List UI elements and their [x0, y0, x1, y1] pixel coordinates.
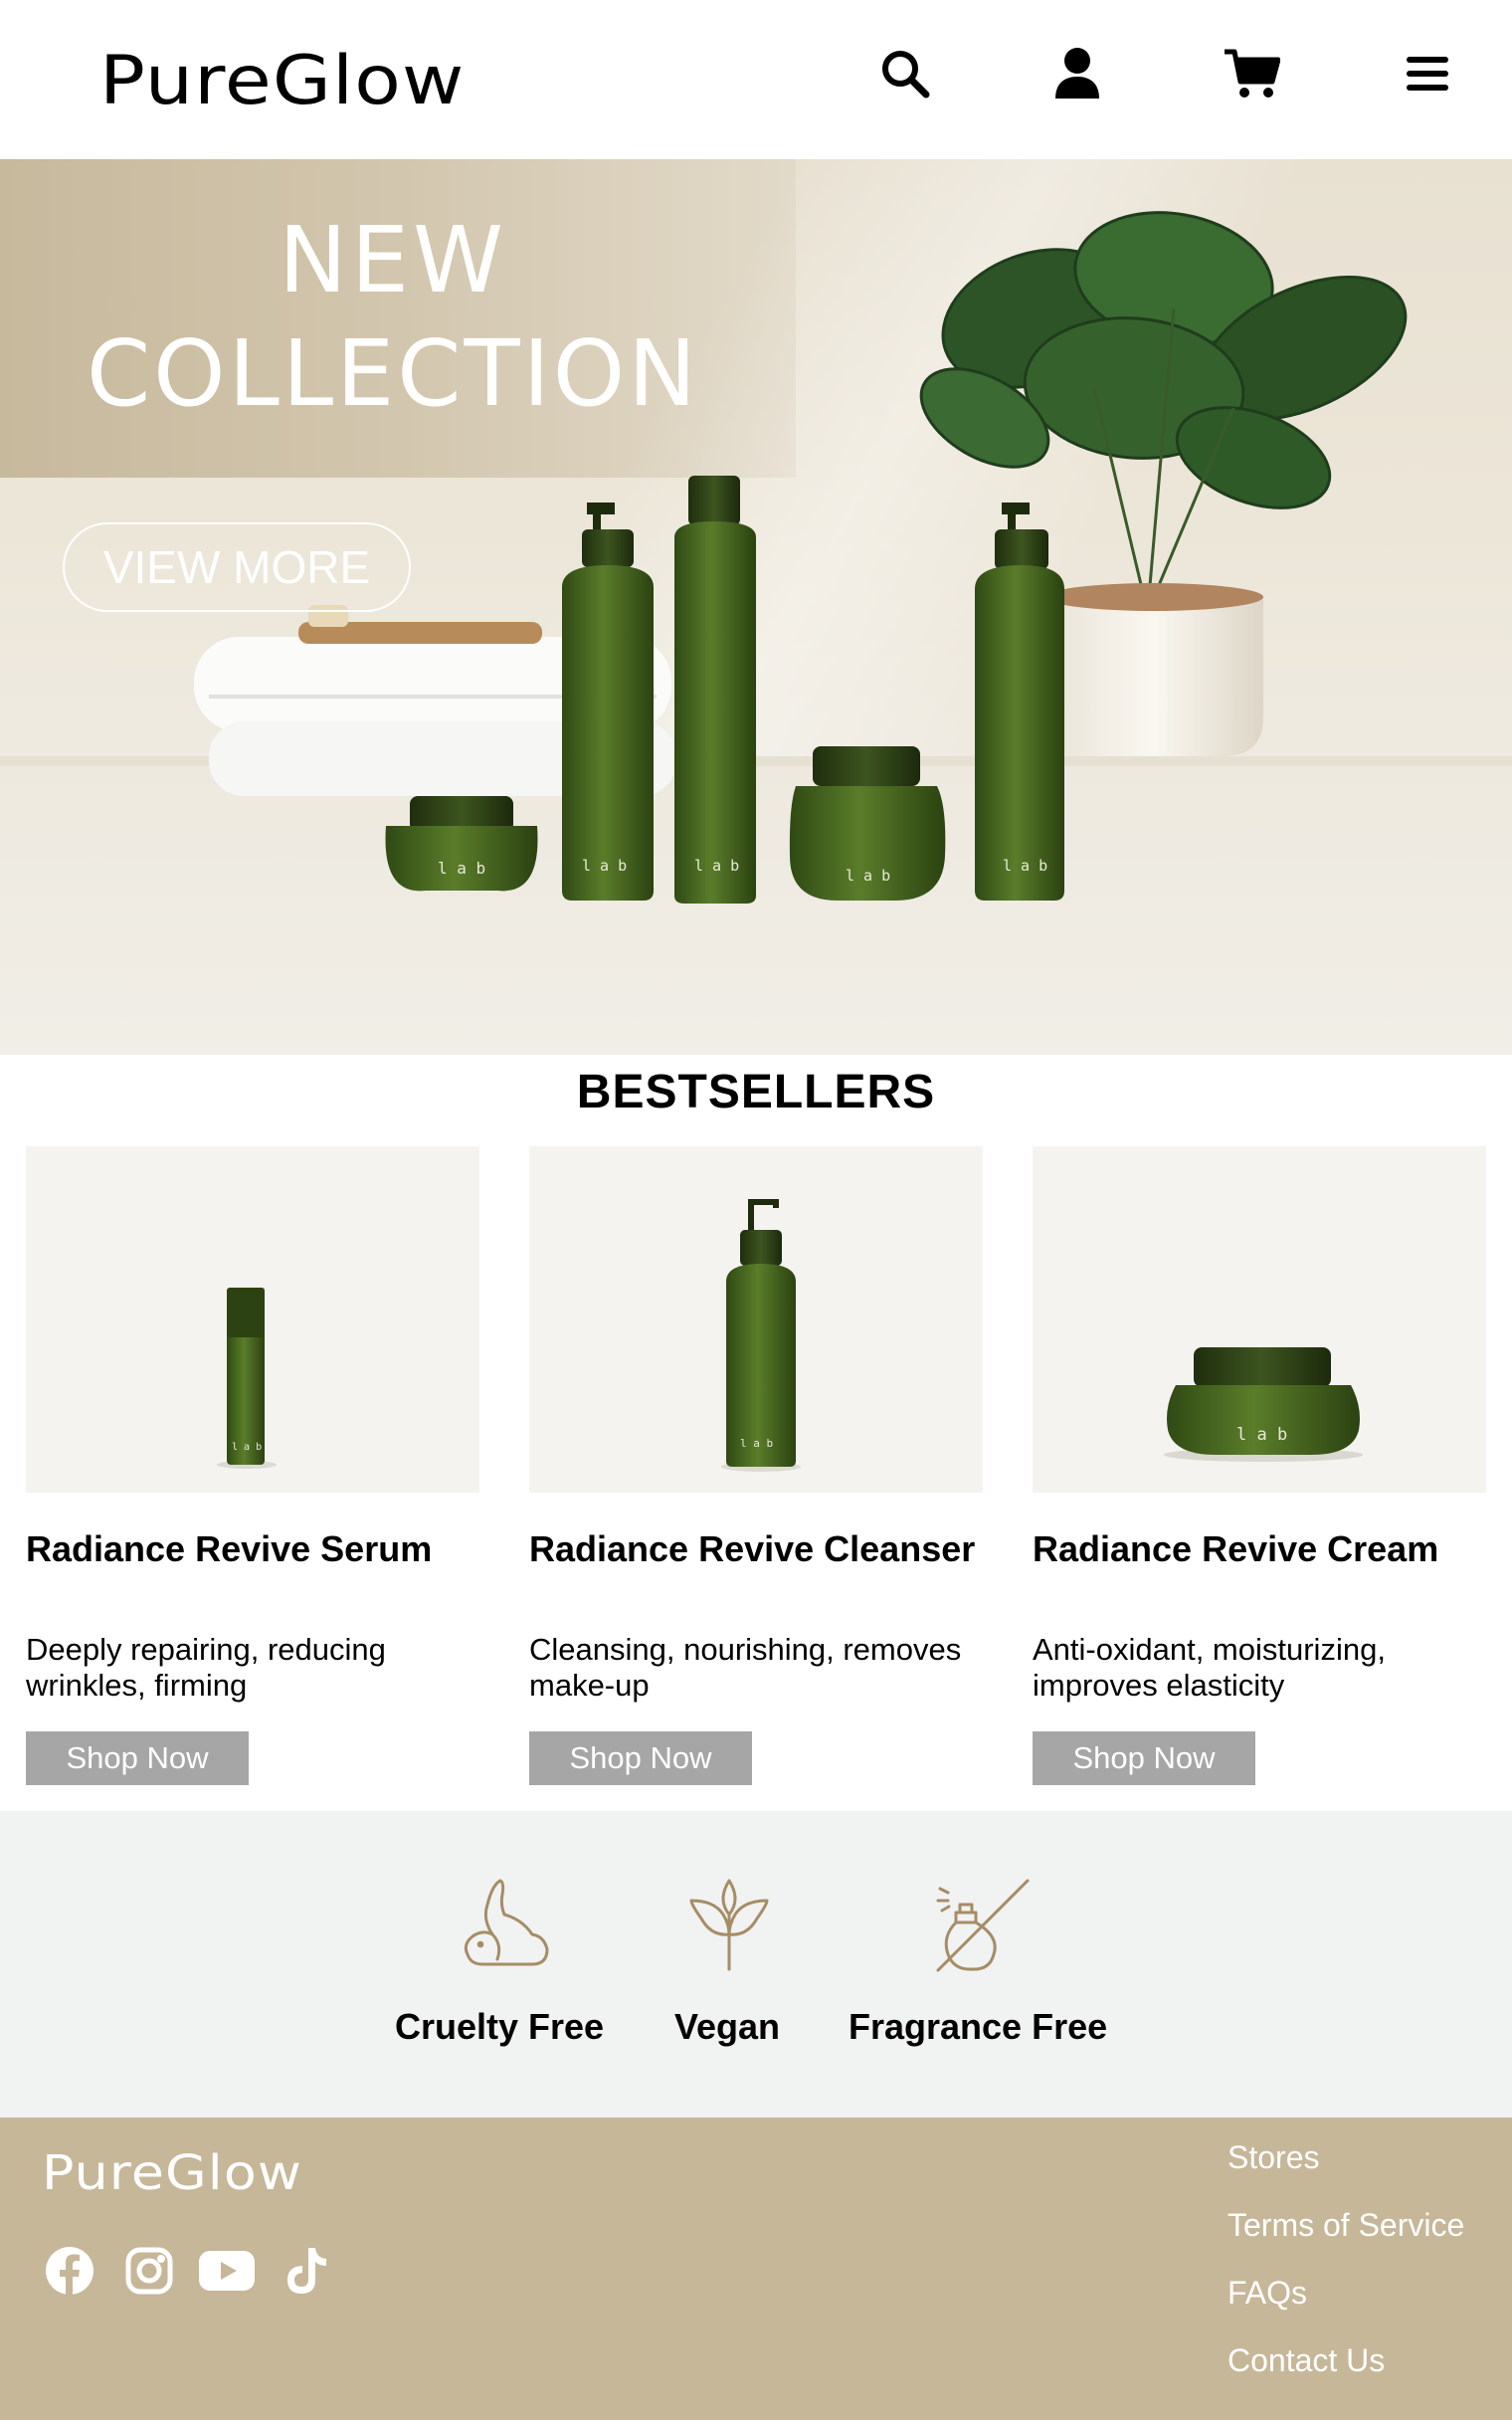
cart-icon[interactable]: [1222, 44, 1281, 103]
site-header: PureGlow: [0, 0, 1512, 159]
hero-banner: l a b l a b l a b l a b l a b NEW COLLEC…: [0, 159, 1512, 1055]
leaf-icon: [679, 1875, 779, 1974]
svg-text:l a b: l a b: [438, 859, 485, 878]
features-bar: Cruelty Free Vegan Fragrance Free: [0, 1811, 1512, 2118]
product-name-cleanser[interactable]: Radiance Revive Cleanser: [529, 1526, 987, 1571]
shop-now-button-serum[interactable]: Shop Now: [26, 1731, 249, 1785]
svg-text:l a b: l a b: [232, 1442, 262, 1453]
youtube-icon[interactable]: [199, 2243, 255, 2299]
footer-link-terms[interactable]: Terms of Service: [1228, 2207, 1464, 2244]
view-more-button[interactable]: VIEW MORE: [63, 522, 411, 612]
bestsellers-title: BESTSELLERS: [576, 1066, 936, 1118]
facebook-icon[interactable]: [42, 2243, 97, 2299]
large-jar: l a b: [789, 746, 946, 901]
product-name-serum[interactable]: Radiance Revive Serum: [26, 1526, 483, 1571]
footer-link-faqs[interactable]: FAQs: [1228, 2275, 1307, 2312]
product-image-cream[interactable]: l a b: [1033, 1146, 1486, 1493]
product-image-serum[interactable]: l a b: [26, 1146, 479, 1493]
shop-now-button-cleanser[interactable]: Shop Now: [529, 1731, 752, 1785]
product-image-cleanser[interactable]: l a b: [529, 1146, 983, 1493]
svg-text:l a b: l a b: [1003, 857, 1047, 875]
hero-title-line2: COLLECTION: [86, 320, 700, 427]
tall-bottle: l a b: [674, 476, 756, 904]
product-desc-cleanser: Cleansing, nourishing, removes make-up: [529, 1632, 962, 1703]
footer-link-stores[interactable]: Stores: [1228, 2139, 1319, 2176]
svg-text:l a b: l a b: [694, 857, 739, 875]
shop-now-button-cream[interactable]: Shop Now: [1033, 1731, 1255, 1785]
product-name-cream[interactable]: Radiance Revive Cream: [1033, 1526, 1490, 1571]
svg-text:l a b: l a b: [582, 857, 627, 875]
no-fragrance-icon: [932, 1875, 1032, 1974]
svg-text:l a b: l a b: [846, 867, 890, 885]
svg-text:l a b: l a b: [1236, 1425, 1287, 1445]
feature-label-vegan: Vegan: [674, 2006, 781, 2047]
pump-bottle-left: l a b: [562, 503, 654, 901]
footer-link-contact[interactable]: Contact Us: [1228, 2342, 1385, 2379]
search-icon[interactable]: [875, 44, 935, 103]
pump-bottle-right: l a b: [975, 503, 1064, 901]
menu-icon[interactable]: [1398, 44, 1457, 103]
brand-logo[interactable]: PureGlow: [99, 42, 465, 120]
small-jar: l a b: [385, 796, 538, 892]
plant: [919, 211, 1408, 598]
product-desc-serum: Deeply repairing, reducing wrinkles, fir…: [26, 1632, 386, 1703]
svg-text:l a b: l a b: [740, 1437, 773, 1450]
feature-label-cruelty-free: Cruelty Free: [395, 2006, 605, 2047]
hero-title-line1: NEW: [279, 207, 507, 313]
user-icon[interactable]: [1047, 44, 1107, 103]
tiktok-icon[interactable]: [279, 2243, 334, 2299]
site-footer: PureGlow Stores Terms of Service FAQs Co…: [0, 2118, 1512, 2420]
instagram-icon[interactable]: [121, 2243, 177, 2299]
product-desc-cream: Anti-oxidant, moisturizing, improves ela…: [1033, 1632, 1386, 1703]
rabbit-icon: [453, 1875, 552, 1974]
feature-label-fragrance-free: Fragrance Free: [849, 2006, 1108, 2047]
footer-brand-logo[interactable]: PureGlow: [42, 2145, 302, 2201]
plant-pot: [1044, 597, 1263, 756]
